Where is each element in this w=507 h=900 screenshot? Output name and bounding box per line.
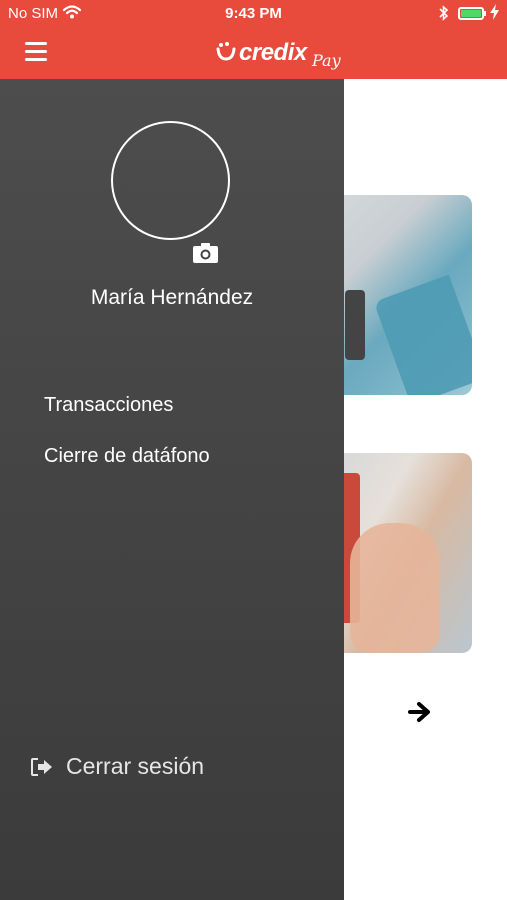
camera-icon[interactable] <box>192 242 219 264</box>
menu-item-transacciones[interactable]: Transacciones <box>44 394 173 417</box>
photo-detail <box>345 290 365 360</box>
hamburger-menu-icon[interactable] <box>25 42 47 62</box>
bluetooth-icon <box>439 5 449 24</box>
arrow-right-icon[interactable] <box>408 701 432 723</box>
clock: 9:43 PM <box>225 5 282 22</box>
credix-pay-logo: credix Pay <box>213 37 348 73</box>
user-name: María Hernández <box>90 286 254 309</box>
side-drawer: María Hernández Transacciones Cierre de … <box>0 79 344 900</box>
photo-detail <box>373 274 472 395</box>
avatar[interactable] <box>111 121 230 240</box>
app-header: credix Pay <box>0 28 507 79</box>
menu-item-cierre-datafono[interactable]: Cierre de datáfono <box>44 445 210 468</box>
battery-icon <box>458 7 484 20</box>
logo-smile-icon <box>216 42 236 61</box>
photo-detail <box>350 523 440 653</box>
logout-label: Cerrar sesión <box>66 753 205 779</box>
logo-subtext: Pay <box>312 51 341 70</box>
charging-bolt-icon <box>490 4 499 23</box>
sign-out-icon <box>31 758 52 776</box>
status-bar: No SIM 9:43 PM <box>0 0 507 28</box>
battery-level <box>461 10 481 17</box>
battery-tip <box>484 11 486 16</box>
logo-text: credix <box>239 39 307 66</box>
